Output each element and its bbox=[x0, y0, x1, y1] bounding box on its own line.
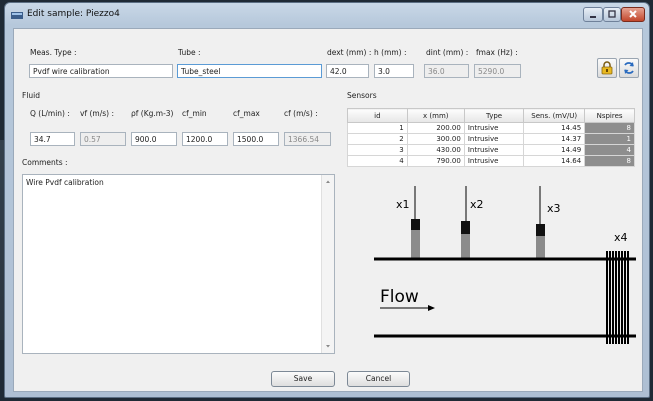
close-icon bbox=[629, 10, 637, 18]
cell-sens[interactable]: 14.45 bbox=[523, 122, 586, 134]
col-x[interactable]: x (mm) bbox=[406, 108, 465, 123]
table-row[interactable]: 1 200.00 Intrusive 14.45 8 bbox=[347, 122, 635, 134]
sensor-1-head bbox=[411, 219, 420, 230]
cell-type[interactable]: Intrusive bbox=[463, 155, 525, 167]
dint-label: dint (mm) : bbox=[426, 48, 469, 57]
sensor-2-head bbox=[461, 221, 470, 234]
dext-label: dext (mm) : bbox=[327, 48, 372, 57]
diagram-sensor-2: x2 bbox=[461, 186, 484, 258]
cell-id[interactable]: 3 bbox=[347, 144, 408, 156]
lock-button[interactable] bbox=[597, 58, 617, 78]
meas-type-label: Meas. Type : bbox=[30, 48, 77, 57]
maximize-button[interactable] bbox=[603, 7, 621, 22]
sensors-header-row: id x (mm) Type Sens. (mV/U) Nspires bbox=[347, 108, 635, 123]
cell-sens[interactable]: 14.37 bbox=[523, 133, 586, 145]
table-row[interactable]: 3 430.00 Intrusive 14.49 4 bbox=[347, 144, 635, 156]
refresh-icon bbox=[624, 62, 634, 74]
table-row[interactable]: 2 300.00 Intrusive 14.37 1 bbox=[347, 133, 635, 145]
col-type[interactable]: Type bbox=[463, 108, 525, 123]
close-button[interactable] bbox=[621, 7, 645, 22]
cf-max-label: cf_max bbox=[233, 109, 260, 118]
col-sens[interactable]: Sens. (mV/U) bbox=[523, 108, 586, 123]
flow-label: Flow bbox=[380, 287, 419, 307]
diagram-sensor-3: x3 bbox=[536, 186, 561, 258]
diagram-label-x1: x1 bbox=[396, 198, 410, 211]
window-title: Edit sample: Piezzo4 bbox=[27, 9, 120, 19]
cell-nspires[interactable]: 1 bbox=[584, 133, 635, 145]
scroll-up-icon bbox=[326, 180, 330, 183]
comments-textarea[interactable]: Wire Pvdf calibration bbox=[22, 174, 335, 354]
minimize-button[interactable] bbox=[583, 7, 603, 22]
diagram-sensor-4-coil: x4 bbox=[606, 231, 629, 344]
fluid-section-label: Fluid bbox=[22, 91, 40, 100]
diagram-label-x2: x2 bbox=[470, 198, 484, 211]
comments-label: Comments : bbox=[22, 158, 68, 167]
tube-label: Tube : bbox=[178, 48, 201, 57]
cell-id[interactable]: 1 bbox=[347, 122, 408, 134]
h-field[interactable]: 3.0 bbox=[374, 64, 414, 78]
meas-type-field[interactable]: Pvdf wire calibration bbox=[29, 64, 173, 78]
cell-id[interactable]: 4 bbox=[347, 155, 408, 167]
refresh-button[interactable] bbox=[619, 58, 639, 78]
minimize-icon bbox=[590, 16, 596, 18]
cf-max-field[interactable]: 1500.0 bbox=[233, 132, 279, 146]
table-row[interactable]: 4 790.00 Intrusive 14.64 8 bbox=[347, 155, 635, 167]
diagram-label-x4: x4 bbox=[614, 231, 628, 244]
title-bar[interactable]: Edit sample: Piezzo4 bbox=[5, 3, 649, 29]
sensor-3-body bbox=[536, 236, 545, 258]
sensors-table: id x (mm) Type Sens. (mV/U) Nspires 1 20… bbox=[347, 108, 635, 167]
col-id[interactable]: id bbox=[347, 108, 408, 123]
fmax-label: fmax (Hz) : bbox=[476, 48, 518, 57]
cf-field: 1366.54 bbox=[284, 132, 331, 146]
cell-x[interactable]: 790.00 bbox=[406, 155, 465, 167]
cell-id[interactable]: 2 bbox=[347, 133, 408, 145]
diagram-sensor-1: x1 bbox=[396, 186, 420, 258]
fmax-field: 5290.0 bbox=[474, 64, 521, 78]
dialog-body: Meas. Type : Pvdf wire calibration Tube … bbox=[13, 28, 643, 392]
rho-field[interactable]: 900.0 bbox=[131, 132, 177, 146]
cell-sens[interactable]: 14.64 bbox=[523, 155, 586, 167]
vf-field: 0.57 bbox=[80, 132, 126, 146]
cf-min-label: cf_min bbox=[182, 109, 207, 118]
dext-field[interactable]: 42.0 bbox=[326, 64, 369, 78]
cell-nspires[interactable]: 4 bbox=[584, 144, 635, 156]
q-label: Q (L/min) : bbox=[30, 109, 70, 118]
scroll-down-icon bbox=[326, 345, 330, 348]
cell-type[interactable]: Intrusive bbox=[463, 144, 525, 156]
diagram-label-x3: x3 bbox=[547, 202, 561, 215]
cell-nspires[interactable]: 8 bbox=[584, 155, 635, 167]
tube-field[interactable]: Tube_steel bbox=[177, 64, 322, 78]
sensor-3-head bbox=[536, 224, 545, 236]
cell-nspires[interactable]: 8 bbox=[584, 122, 635, 134]
lock-icon bbox=[601, 61, 613, 75]
cell-x[interactable]: 430.00 bbox=[406, 144, 465, 156]
cell-sens[interactable]: 14.49 bbox=[523, 144, 586, 156]
col-nspires[interactable]: Nspires bbox=[584, 108, 635, 123]
cell-x[interactable]: 300.00 bbox=[406, 133, 465, 145]
cell-type[interactable]: Intrusive bbox=[463, 122, 525, 134]
cell-type[interactable]: Intrusive bbox=[463, 133, 525, 145]
sensors-section-label: Sensors bbox=[347, 91, 377, 100]
maximize-icon bbox=[608, 10, 616, 18]
q-field[interactable]: 34.7 bbox=[30, 132, 75, 146]
vf-label: vf (m/s) : bbox=[80, 109, 114, 118]
rho-label: ρf (Kg.m-3) bbox=[131, 109, 174, 118]
pipe-diagram: x1 x2 x3 Flow x4 bbox=[374, 186, 636, 344]
comments-scrollbar[interactable] bbox=[321, 175, 334, 353]
cf-min-field[interactable]: 1200.0 bbox=[182, 132, 228, 146]
sensor-1-body bbox=[411, 230, 420, 258]
h-label: h (mm) : bbox=[374, 48, 407, 57]
cf-label: cf (m/s) : bbox=[284, 109, 318, 118]
comments-text: Wire Pvdf calibration bbox=[26, 178, 104, 187]
save-button[interactable]: Save bbox=[271, 371, 335, 387]
cell-x[interactable]: 200.00 bbox=[406, 122, 465, 134]
sensor-2-body bbox=[461, 234, 470, 258]
edit-sample-window: Edit sample: Piezzo4 Meas. Type : Pvdf w… bbox=[4, 2, 650, 398]
dint-field: 36.0 bbox=[424, 64, 469, 78]
cancel-button[interactable]: Cancel bbox=[347, 371, 410, 387]
app-icon bbox=[11, 12, 23, 19]
